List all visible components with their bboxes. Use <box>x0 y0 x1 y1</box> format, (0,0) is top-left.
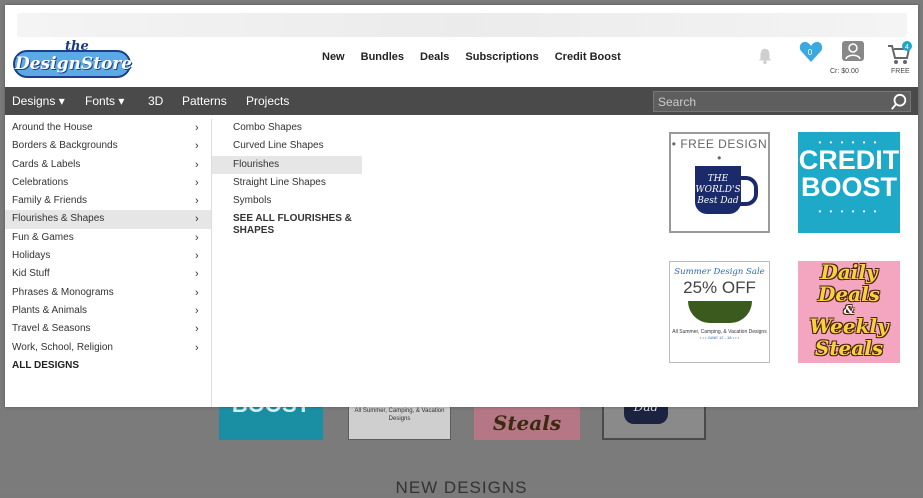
category-label: Holidays <box>12 250 51 262</box>
daily-deals-promo[interactable]: Daily Deals & Weekly Steals <box>798 261 900 363</box>
chevron-right-icon: › <box>195 250 199 263</box>
category-label: Borders & Backgrounds <box>12 140 118 152</box>
summer-sale-offer: 25% OFF <box>683 278 756 297</box>
svg-text:4: 4 <box>905 44 909 51</box>
category-label: Family & Friends <box>12 195 88 207</box>
subcategory-item[interactable]: Symbols <box>212 192 362 210</box>
category-label: Travel & Seasons <box>12 323 91 335</box>
category-label: Work, School, Religion <box>12 341 113 353</box>
category-label: Kid Stuff <box>12 268 50 280</box>
search-input[interactable] <box>654 92 882 111</box>
search-box <box>653 91 911 112</box>
category-item[interactable]: Work, School, Religion › <box>5 339 211 357</box>
subcategory-item[interactable]: Straight Line Shapes <box>212 174 362 192</box>
credit-boost-promo[interactable]: • • • • • • CREDIT BOOST • • • • • • <box>798 132 900 233</box>
top-banner-strip <box>17 13 907 37</box>
free-design-title: • FREE DESIGN • <box>671 137 768 165</box>
nav-subscriptions[interactable]: Subscriptions <box>465 51 538 63</box>
category-item[interactable]: Plants & Animals › <box>5 302 211 320</box>
account-user-icon[interactable] <box>842 41 864 61</box>
menu-3d[interactable]: 3D <box>148 87 163 115</box>
chevron-right-icon: › <box>195 231 199 244</box>
free-design-promo[interactable]: • FREE DESIGN • THE WORLD'S Best Dad <box>669 132 770 233</box>
summer-sale-promo[interactable]: Summer Design Sale 25% OFF All Summer, C… <box>669 261 770 363</box>
subcategory-item[interactable]: Curved Line Shapes <box>212 137 362 155</box>
category-item[interactable]: Celebrations › <box>5 174 211 192</box>
canoe-image <box>687 301 752 323</box>
menu-designs-label: Designs <box>12 94 56 108</box>
category-item-active[interactable]: Flourishes & Shapes › <box>5 210 211 229</box>
chevron-down-icon: ▾ <box>118 94 125 108</box>
category-label: Cards & Labels <box>12 158 81 170</box>
cart-label: FREE <box>891 68 910 75</box>
subcategory-item[interactable]: Combo Shapes <box>212 119 362 137</box>
bell-icon[interactable] <box>756 47 774 65</box>
category-label: Phrases & Monograms <box>12 286 114 298</box>
category-label: Celebrations <box>12 176 69 188</box>
mega-menu-panel: the DesignStore New Bundles Deals Subscr… <box>5 5 918 407</box>
favorites-count: 0 <box>807 48 813 57</box>
nav-bundles[interactable]: Bundles <box>361 51 404 63</box>
category-item[interactable]: Around the House › <box>5 119 211 137</box>
category-item[interactable]: Kid Stuff › <box>5 265 211 283</box>
nav-deals[interactable]: Deals <box>420 51 449 63</box>
category-item[interactable]: Holidays › <box>5 247 211 265</box>
summer-sale-dates: • • • JUNE 12 - 18 • • • <box>699 335 740 340</box>
header-nav: New Bundles Deals Subscriptions Credit B… <box>322 51 637 63</box>
nav-credit-boost[interactable]: Credit Boost <box>555 51 621 63</box>
category-navbar: Designs ▾ Fonts ▾ 3D Patterns Projects <box>5 87 918 115</box>
search-icon[interactable] <box>890 93 908 111</box>
credit-balance: Cr: $0.00 <box>830 68 859 75</box>
menu-designs[interactable]: Designs ▾ <box>12 87 65 115</box>
site-logo[interactable]: the DesignStore <box>13 39 133 81</box>
category-label: Plants & Animals <box>12 304 88 316</box>
daily-deals-line1: Daily <box>820 260 878 284</box>
category-label: Around the House <box>12 122 93 133</box>
menu-fonts[interactable]: Fonts ▾ <box>85 87 124 115</box>
daily-deals-line3: Weekly <box>809 314 889 338</box>
chevron-right-icon: › <box>195 341 199 354</box>
credit-boost-dots-bottom: • • • • • • <box>818 207 880 216</box>
category-item[interactable]: Cards & Labels › <box>5 156 211 174</box>
category-label: Flourishes & Shapes <box>12 213 105 225</box>
logo-name-text: DesignStore <box>13 50 132 78</box>
menu-projects[interactable]: Projects <box>246 87 289 115</box>
chevron-right-icon: › <box>195 213 199 226</box>
subcategory-list: Combo Shapes Curved Line Shapes Flourish… <box>212 119 362 236</box>
all-designs-link[interactable]: ALL DESIGNS <box>5 357 211 375</box>
chevron-right-icon: › <box>195 323 199 336</box>
chevron-right-icon: › <box>195 286 199 299</box>
chevron-right-icon: › <box>195 158 199 171</box>
menu-patterns[interactable]: Patterns <box>182 87 227 115</box>
chevron-right-icon: › <box>195 195 199 208</box>
category-item[interactable]: Phrases & Monograms › <box>5 284 211 302</box>
daily-deals-line4: Steals <box>814 336 884 360</box>
subcategory-item-active[interactable]: Flourishes <box>212 155 362 174</box>
mug-handle <box>740 176 758 206</box>
category-item[interactable]: Family & Friends › <box>5 192 211 210</box>
category-item[interactable]: Fun & Games › <box>5 229 211 247</box>
credit-boost-line2: BOOST <box>800 172 897 202</box>
cart-icon[interactable]: 4 <box>886 41 912 65</box>
nav-new[interactable]: New <box>322 51 345 63</box>
chevron-right-icon: › <box>195 176 199 189</box>
chevron-right-icon: › <box>195 268 199 281</box>
site-header: the DesignStore New Bundles Deals Subscr… <box>5 37 918 87</box>
credit-boost-line1: CREDIT <box>798 145 900 175</box>
chevron-down-icon: ▾ <box>58 94 65 108</box>
chevron-right-icon: › <box>195 304 199 317</box>
chevron-right-icon: › <box>195 122 199 134</box>
daily-deals-line2: Deals <box>818 282 880 306</box>
menu-fonts-label: Fonts <box>85 94 116 108</box>
summer-sale-subtitle: Summer Design Sale <box>674 267 765 277</box>
mug-image: THE WORLD'S Best Dad <box>695 166 741 214</box>
category-label: Fun & Games <box>12 231 74 243</box>
category-item[interactable]: Borders & Backgrounds › <box>5 137 211 155</box>
chevron-right-icon: › <box>195 140 199 153</box>
category-list: Around the House › Borders & Backgrounds ›… <box>5 119 212 407</box>
favorites-heart-icon[interactable]: 0 <box>799 41 825 65</box>
category-item[interactable]: Travel & Seasons › <box>5 320 211 338</box>
see-all-flourishes-link[interactable]: SEE ALL FLOURISHES & SHAPES <box>212 210 362 236</box>
new-designs-heading: NEW DESIGNS <box>395 478 528 497</box>
